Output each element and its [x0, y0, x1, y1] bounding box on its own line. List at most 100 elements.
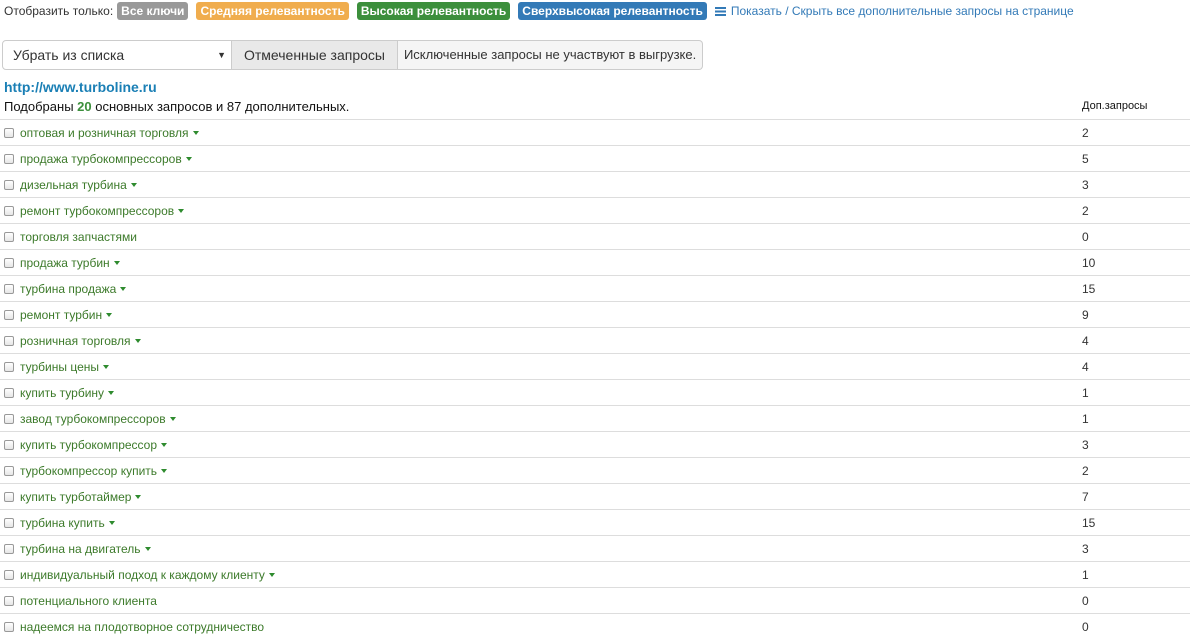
keyword-text: купить турботаймер: [20, 490, 132, 504]
filter-super-high-relevance-badge[interactable]: Сверхвысокая релевантность: [518, 2, 707, 20]
keyword-text: купить турбину: [20, 386, 105, 400]
extra-queries-count: 1: [1082, 568, 1089, 582]
filter-bar: Отобразить только: Все ключи Средняя рел…: [4, 2, 1074, 20]
caret-down-icon[interactable]: [134, 339, 141, 343]
keyword-link[interactable]: ремонт турбин: [20, 308, 113, 322]
extra-queries-count: 9: [1082, 308, 1089, 322]
row-checkbox[interactable]: [4, 336, 14, 346]
keyword-text: турбина продажа: [20, 282, 117, 296]
extra-queries-count: 2: [1082, 126, 1089, 140]
keyword-link[interactable]: оптовая и розничная торговля: [20, 126, 199, 140]
row-checkbox[interactable]: [4, 492, 14, 502]
keyword-link[interactable]: купить турбину: [20, 386, 115, 400]
filter-high-relevance-badge[interactable]: Высокая релевантность: [356, 2, 511, 20]
extra-queries-count: 1: [1082, 386, 1089, 400]
filter-label: Отобразить только:: [4, 4, 114, 18]
table-row: турбина на двигатель 3: [0, 535, 1190, 561]
caret-down-icon[interactable]: [106, 313, 113, 317]
summary-text: Подобраны 20 основных запросов и 87 допо…: [4, 99, 349, 114]
toggle-extra-queries-link[interactable]: Показать / Скрыть все дополнительные зап…: [714, 4, 1074, 18]
keyword-link[interactable]: дизельная турбина: [20, 178, 137, 192]
caret-down-icon[interactable]: [185, 157, 192, 161]
caret-down-icon[interactable]: [268, 573, 275, 577]
caret-down-icon[interactable]: [161, 469, 168, 473]
filter-medium-relevance-badge[interactable]: Средняя релевантность: [196, 2, 349, 20]
keyword-text: дизельная турбина: [20, 178, 127, 192]
table-row: дизельная турбина 3: [0, 171, 1190, 197]
keyword-link[interactable]: продажа турбокомпрессоров: [20, 152, 192, 166]
keyword-text: турбина на двигатель: [20, 542, 141, 556]
extra-queries-count: 2: [1082, 464, 1089, 478]
row-checkbox[interactable]: [4, 466, 14, 476]
row-checkbox[interactable]: [4, 232, 14, 242]
extra-queries-count: 0: [1082, 230, 1089, 244]
keyword-link[interactable]: потенциального клиента: [20, 594, 157, 608]
table-row: ремонт турбокомпрессоров 2: [0, 197, 1190, 223]
keyword-text: купить турбокомпрессор: [20, 438, 158, 452]
row-checkbox[interactable]: [4, 310, 14, 320]
keyword-link[interactable]: розничная торговля: [20, 334, 141, 348]
caret-down-icon[interactable]: [161, 443, 168, 447]
filter-all-keys-badge[interactable]: Все ключи: [117, 2, 189, 20]
caret-down-icon[interactable]: [120, 287, 127, 291]
keyword-link[interactable]: ремонт турбокомпрессоров: [20, 204, 185, 218]
keyword-text: завод турбокомпрессоров: [20, 412, 166, 426]
row-checkbox[interactable]: [4, 544, 14, 554]
keyword-link[interactable]: турбины цены: [20, 360, 109, 374]
caret-down-icon[interactable]: [108, 521, 115, 525]
keyword-link[interactable]: торговля запчастями: [20, 230, 137, 244]
action-select[interactable]: Убрать из списка ▼: [2, 40, 232, 70]
keyword-link[interactable]: индивидуальный подход к каждому клиенту: [20, 568, 275, 582]
row-checkbox[interactable]: [4, 570, 14, 580]
caret-down-icon[interactable]: [144, 547, 151, 551]
marked-queries-button[interactable]: Отмеченные запросы: [232, 40, 398, 70]
keyword-text: турбины цены: [20, 360, 99, 374]
keyword-text: продажа турбокомпрессоров: [20, 152, 182, 166]
keyword-link[interactable]: продажа турбин: [20, 256, 120, 270]
row-checkbox[interactable]: [4, 258, 14, 268]
row-checkbox[interactable]: [4, 414, 14, 424]
caret-down-icon[interactable]: [113, 261, 120, 265]
keyword-text: турбокомпрессор купить: [20, 464, 158, 478]
table-row: купить турботаймер 7: [0, 483, 1190, 509]
extra-queries-count: 4: [1082, 334, 1089, 348]
row-checkbox[interactable]: [4, 362, 14, 372]
caret-down-icon[interactable]: [192, 131, 199, 135]
keyword-link[interactable]: завод турбокомпрессоров: [20, 412, 176, 426]
keyword-text: надеемся на плодотворное сотрудничество: [20, 620, 265, 634]
site-link[interactable]: http://www.turboline.ru: [4, 79, 157, 95]
keyword-text: потенциального клиента: [20, 594, 157, 608]
caret-down-icon[interactable]: [130, 183, 137, 187]
table-row: турбина купить 15: [0, 509, 1190, 535]
caret-down-icon[interactable]: [169, 417, 176, 421]
row-checkbox[interactable]: [4, 622, 14, 632]
row-checkbox[interactable]: [4, 154, 14, 164]
extra-queries-count: 15: [1082, 516, 1096, 530]
row-checkbox[interactable]: [4, 206, 14, 216]
row-checkbox[interactable]: [4, 128, 14, 138]
extra-queries-count: 2: [1082, 204, 1089, 218]
keyword-link[interactable]: надеемся на плодотворное сотрудничество: [20, 620, 264, 634]
row-checkbox[interactable]: [4, 440, 14, 450]
keyword-link[interactable]: турбокомпрессор купить: [20, 464, 168, 478]
caret-down-icon[interactable]: [108, 391, 115, 395]
keyword-link[interactable]: купить турбокомпрессор: [20, 438, 168, 452]
row-checkbox[interactable]: [4, 518, 14, 528]
caret-down-icon[interactable]: [178, 209, 185, 213]
keyword-link[interactable]: турбина продажа: [20, 282, 127, 296]
extra-queries-count: 3: [1082, 178, 1089, 192]
keyword-link[interactable]: турбина на двигатель: [20, 542, 151, 556]
caret-down-icon[interactable]: [103, 365, 109, 369]
extra-queries-count: 3: [1082, 542, 1089, 556]
table-row: продажа турбокомпрессоров 5: [0, 145, 1190, 171]
keyword-link[interactable]: купить турботаймер: [20, 490, 142, 504]
keyword-text: турбина купить: [20, 516, 105, 530]
row-checkbox[interactable]: [4, 284, 14, 294]
row-checkbox[interactable]: [4, 180, 14, 190]
table-row: турбокомпрессор купить 2: [0, 457, 1190, 483]
summary-suffix: основных запросов и 87 дополнительных.: [95, 99, 350, 114]
keyword-link[interactable]: турбина купить: [20, 516, 115, 530]
caret-down-icon[interactable]: [135, 495, 142, 499]
row-checkbox[interactable]: [4, 388, 14, 398]
row-checkbox[interactable]: [4, 596, 14, 606]
